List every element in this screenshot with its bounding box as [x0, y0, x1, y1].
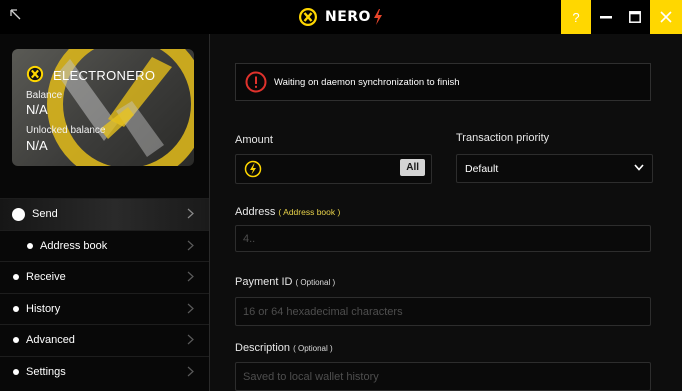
active-indicator-icon — [12, 207, 25, 221]
amount-label: Amount — [235, 134, 273, 146]
currency-bolt-icon — [244, 160, 262, 178]
description-input[interactable]: Saved to local wallet history — [235, 362, 651, 391]
wallet-card: ELECTRONERO Balance N/A Unlocked balance… — [12, 49, 194, 166]
close-button[interactable] — [650, 0, 682, 34]
priority-select[interactable]: Default — [456, 154, 653, 183]
wallet-name: ELECTRONERO — [53, 68, 156, 83]
sidebar-item-label: Advanced — [26, 334, 75, 347]
address-placeholder: 4.. — [243, 232, 256, 245]
chevron-right-icon — [187, 240, 194, 250]
bullet-icon — [27, 242, 33, 249]
priority-label: Transaction priority — [456, 132, 550, 144]
description-label-row: Description ( Optional ) — [235, 342, 333, 354]
bullet-icon — [13, 337, 19, 344]
sidebar-item-label: Settings — [26, 365, 66, 378]
all-button[interactable]: All — [400, 159, 425, 176]
address-label: Address — [235, 206, 276, 218]
amount-input[interactable]: All — [235, 154, 432, 184]
payment-id-placeholder: 16 or 64 hexadecimal characters — [243, 305, 403, 318]
sidebar-item-history[interactable]: History — [0, 292, 209, 325]
warning-text: Waiting on daemon synchronization to fin… — [274, 77, 460, 88]
sidebar-item-settings[interactable]: Settings — [0, 355, 209, 388]
chevron-right-icon — [187, 334, 194, 345]
bullet-icon — [13, 274, 19, 281]
sidebar-item-label: Address book — [40, 239, 108, 252]
description-optional: ( Optional ) — [293, 344, 333, 353]
bullet-icon — [13, 368, 19, 375]
payment-id-label: Payment ID — [235, 276, 293, 288]
sidebar: ELECTRONERO Balance N/A Unlocked balance… — [0, 34, 210, 391]
description-label: Description — [235, 342, 291, 354]
sidebar-item-label: Receive — [26, 271, 66, 284]
sidebar-item-send[interactable]: Send — [0, 198, 209, 230]
app-brand: NERO — [298, 6, 383, 28]
warning-icon — [245, 71, 267, 93]
app-name: NERO — [325, 9, 371, 25]
minimize-button[interactable] — [591, 0, 621, 34]
balance-value: N/A — [26, 102, 48, 117]
unlocked-balance-value: N/A — [26, 138, 48, 153]
electronero-logo-icon — [26, 65, 44, 83]
bolt-icon — [373, 9, 382, 25]
minimize-icon — [600, 16, 612, 19]
chevron-right-icon — [187, 366, 194, 376]
address-label-row: Address ( Address book ) — [235, 206, 340, 218]
sidebar-item-label: Send — [32, 208, 58, 221]
priority-value: Default — [465, 162, 499, 175]
sidebar-item-address-book[interactable]: Address book — [0, 229, 209, 262]
maximize-button[interactable] — [620, 0, 650, 34]
title-bar: NERO ? — [0, 0, 682, 34]
help-label: ? — [572, 9, 580, 25]
sidebar-menu: Send Address book Receive History Advanc… — [0, 198, 209, 387]
nero-logo-icon — [299, 8, 317, 26]
bullet-icon — [13, 305, 19, 312]
help-button[interactable]: ? — [561, 0, 591, 34]
sidebar-item-label: History — [26, 302, 61, 315]
resize-arrow-icon[interactable] — [8, 7, 26, 25]
sidebar-item-advanced[interactable]: Advanced — [0, 324, 209, 356]
chevron-right-icon — [187, 303, 194, 313]
balance-label: Balance — [26, 90, 63, 101]
address-input[interactable]: 4.. — [235, 225, 651, 252]
sidebar-item-receive[interactable]: Receive — [0, 261, 209, 293]
payment-id-optional: ( Optional ) — [295, 278, 336, 287]
address-book-link[interactable]: ( Address book ) — [278, 207, 340, 217]
close-icon — [660, 11, 672, 23]
payment-id-label-row: Payment ID ( Optional ) — [235, 276, 335, 288]
send-page: Waiting on daemon synchronization to fin… — [210, 34, 682, 391]
payment-id-input[interactable]: 16 or 64 hexadecimal characters — [235, 297, 651, 326]
chevron-right-icon — [187, 208, 194, 219]
maximize-icon — [629, 11, 641, 23]
description-placeholder: Saved to local wallet history — [243, 370, 379, 383]
chevron-right-icon — [187, 271, 194, 282]
chevron-down-icon — [634, 164, 644, 171]
unlocked-balance-label: Unlocked balance — [26, 125, 106, 136]
sync-warning-banner: Waiting on daemon synchronization to fin… — [235, 63, 651, 101]
